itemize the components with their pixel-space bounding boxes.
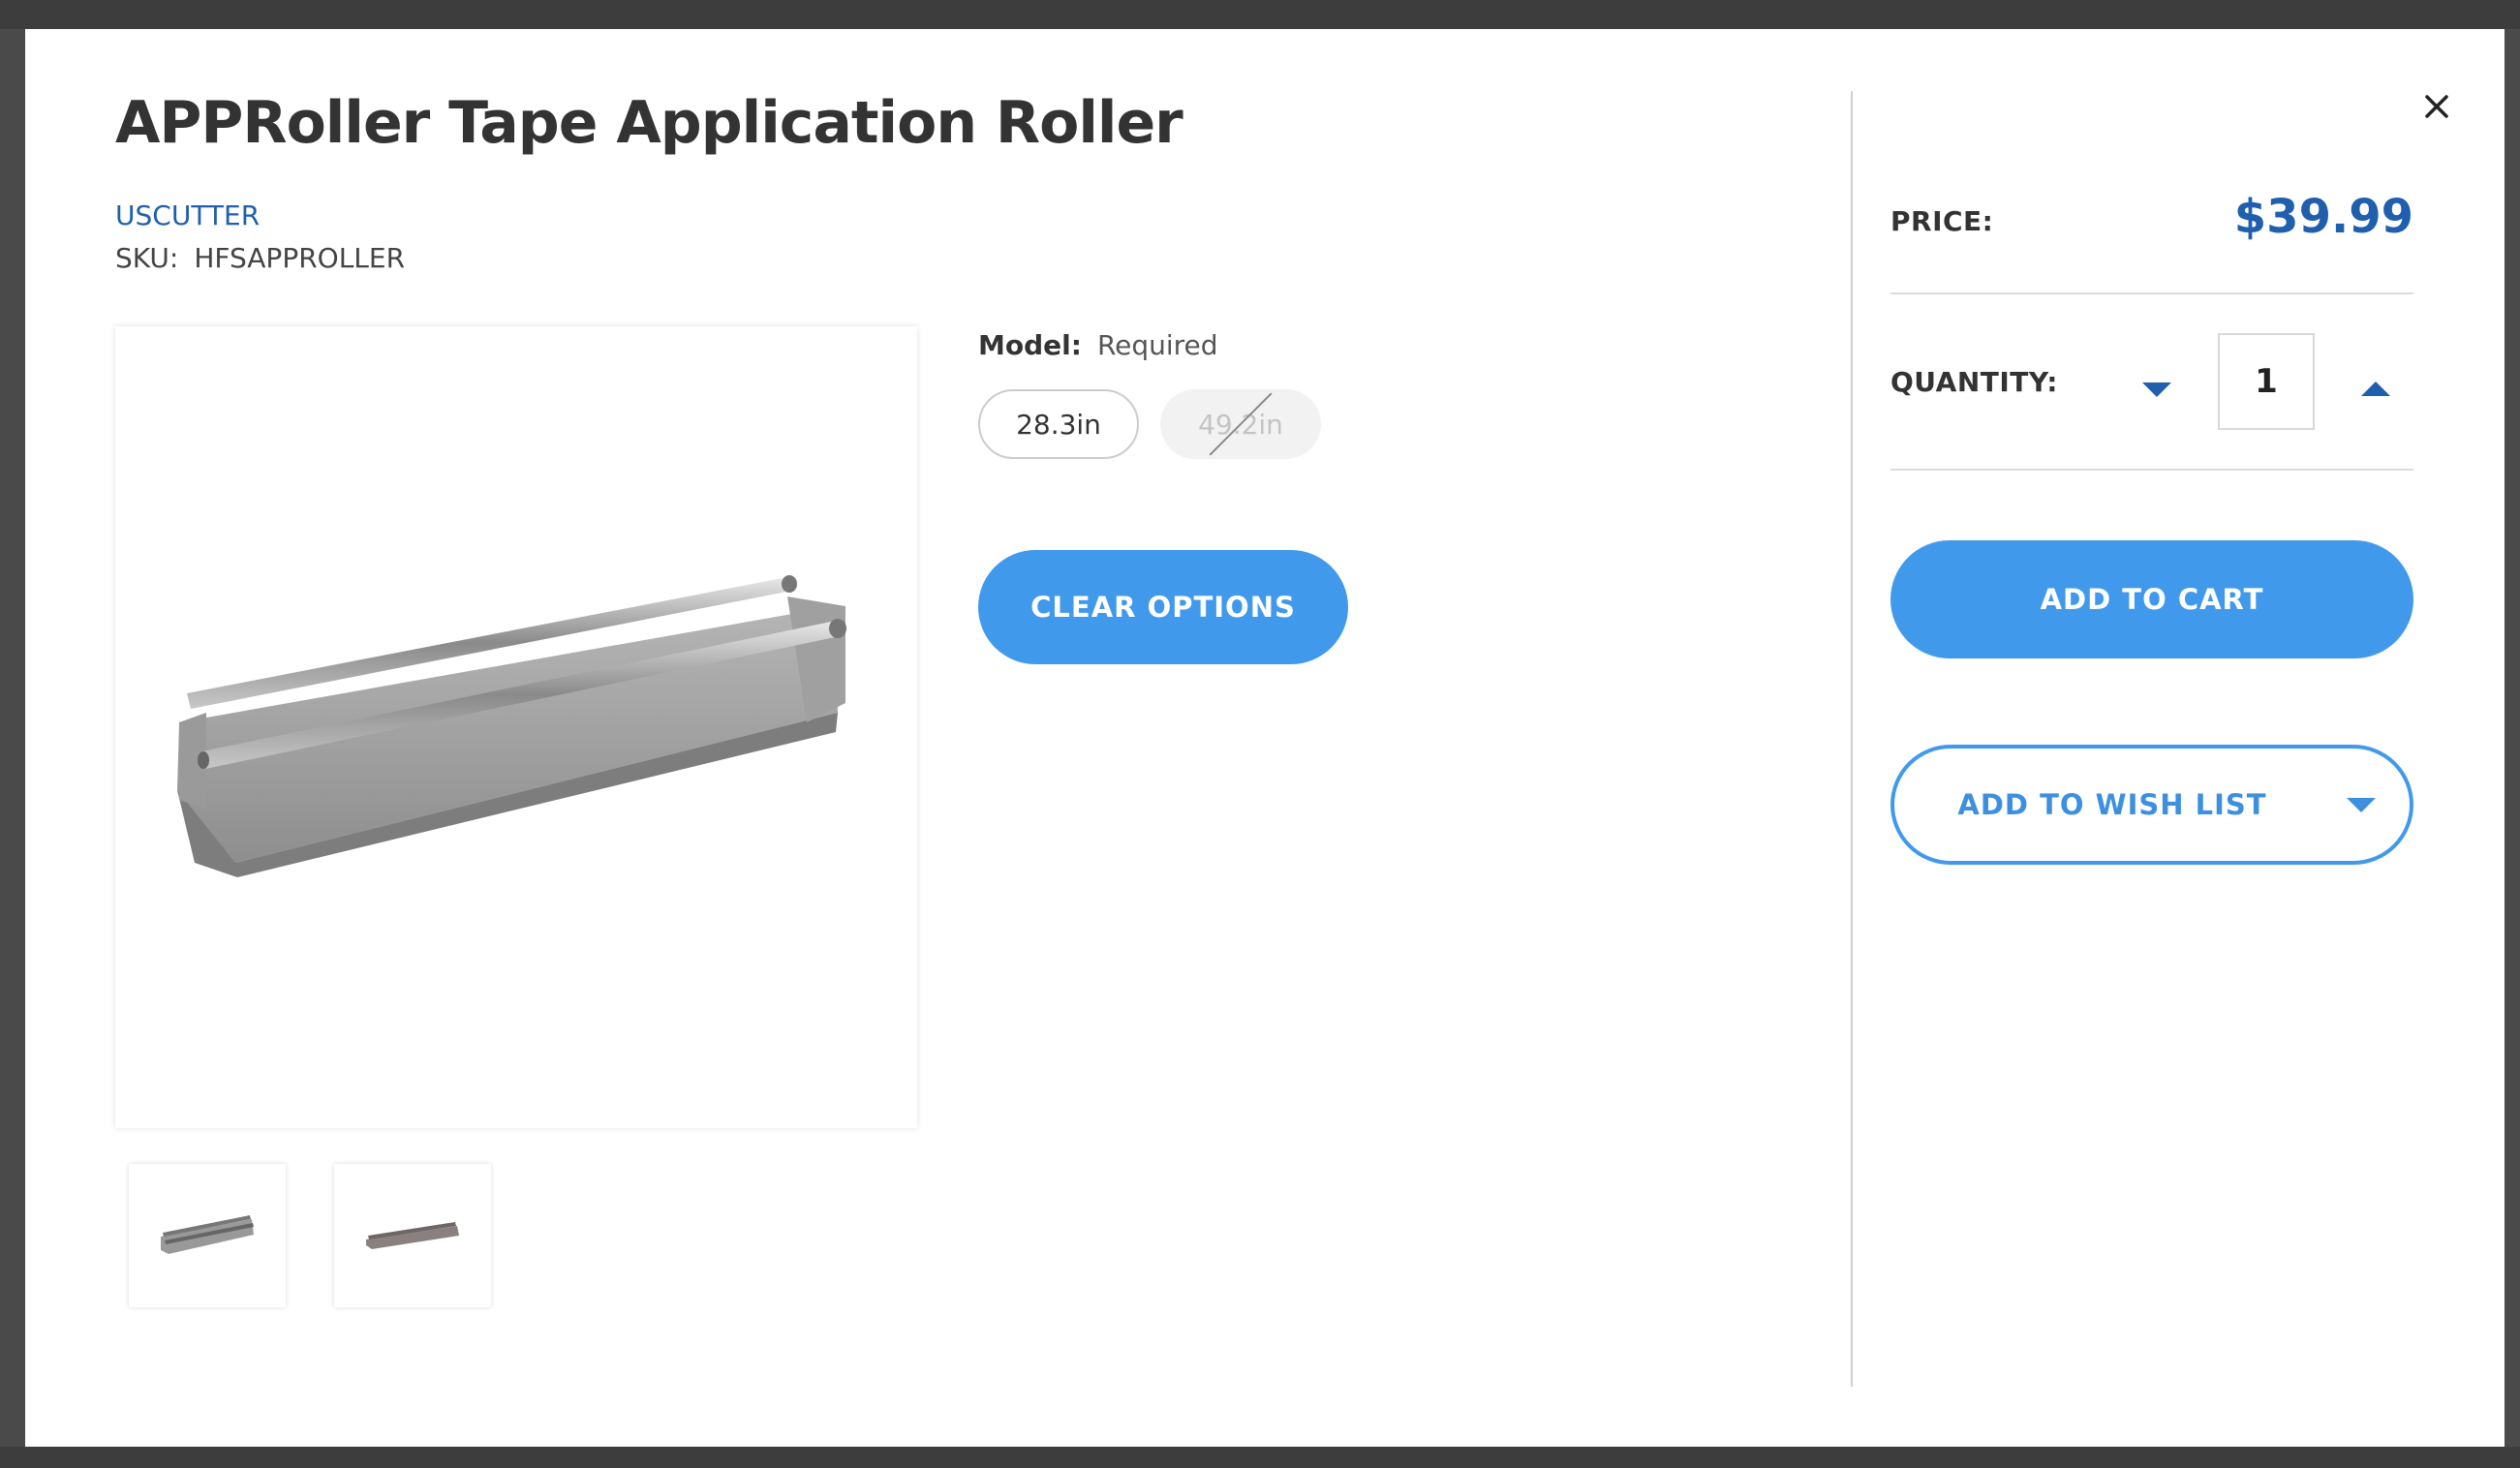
model-option-49-2in-unavailable[interactable]: 49.2in [1160,389,1321,459]
thumbnail-product-image [366,1222,459,1249]
sku-line: SKU: HFSAPPROLLER [115,242,405,274]
add-to-wishlist-label: ADD TO WISH LIST [1957,788,2267,821]
quantity-increase-button[interactable] [2351,368,2400,411]
tape-roller-product-illustration [177,575,846,877]
add-to-cart-button[interactable]: ADD TO CART [1890,540,2413,658]
clear-options-button[interactable]: CLEAR OPTIONS [978,550,1348,664]
thumbnail-1[interactable] [129,1164,286,1307]
sku-label: SKU: [115,242,179,274]
add-to-wishlist-button[interactable]: ADD TO WISH LIST [1890,745,2413,865]
brand-link[interactable]: USCUTTER [115,199,260,231]
model-required-text: Required [1096,329,1218,361]
sku-value: HFSAPPROLLER [194,242,406,274]
product-title: APPRoller Tape Application Roller [115,89,1183,157]
page-backdrop-top [0,0,2520,29]
model-option-label: Model: Required [978,329,1218,361]
quantity-input[interactable] [2218,333,2315,430]
thumbnail-2[interactable] [334,1164,491,1307]
main-product-image[interactable] [115,326,917,1128]
thumbnail-product-image [161,1215,254,1254]
model-label: Model: [978,329,1082,361]
divider [1890,469,2413,471]
quantity-decrease-button[interactable] [2133,368,2181,411]
caret-down-icon [2347,798,2376,812]
close-button[interactable] [2408,77,2466,136]
divider [1890,292,2413,294]
caret-up-icon [2361,382,2390,396]
caret-down-icon [2142,382,2171,397]
quick-view-modal: APPRoller Tape Application Roller USCUTT… [25,29,2505,1447]
close-icon [2425,95,2448,118]
page-backdrop-bottom [0,1447,2520,1468]
wishlist-dropdown-toggle[interactable] [2344,793,2379,816]
price-label: PRICE: [1890,205,1994,237]
column-divider [1851,91,1853,1387]
quantity-label: QUANTITY: [1890,366,2058,398]
model-option-label-text: 28.3in [1016,408,1101,441]
model-option-28-3in[interactable]: 28.3in [978,389,1139,459]
price-value: $39.99 [2233,190,2413,244]
